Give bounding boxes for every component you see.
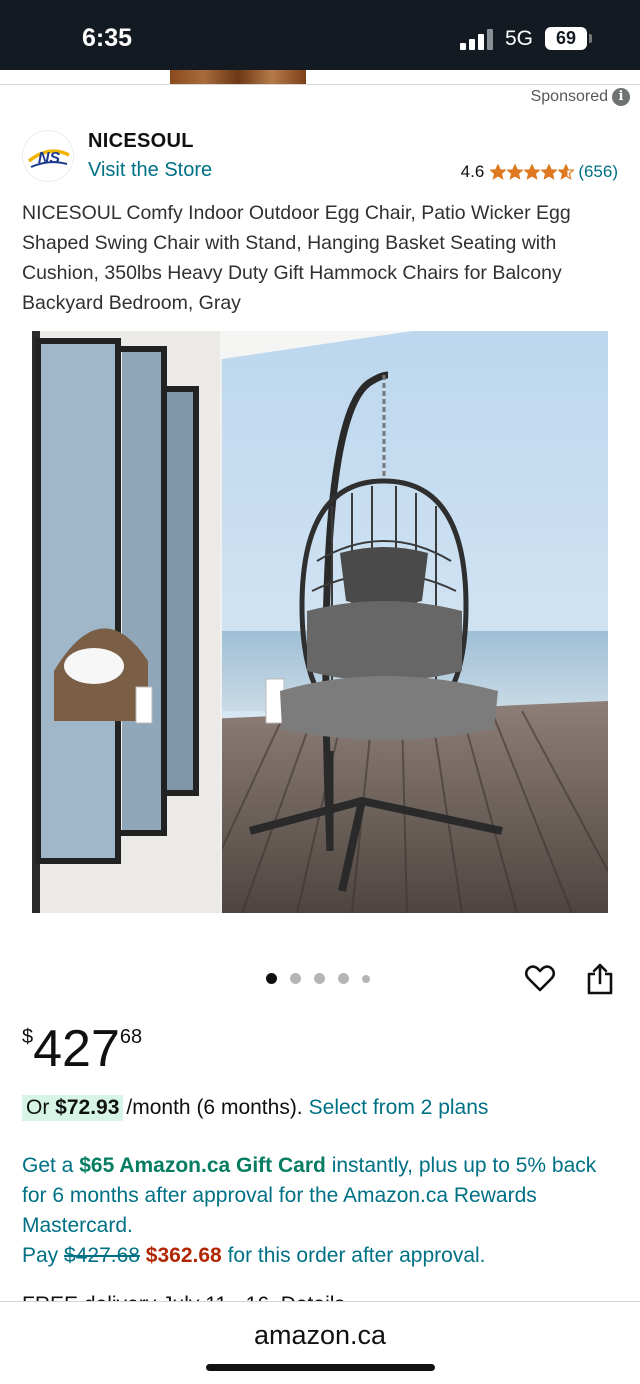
info-icon[interactable]: i <box>612 88 630 106</box>
home-indicator[interactable] <box>206 1364 435 1371</box>
star-icon <box>490 164 507 180</box>
visit-store-link[interactable]: Visit the Store <box>88 159 212 182</box>
brand-logo[interactable]: NS <box>22 130 74 182</box>
wishlist-button[interactable] <box>524 962 556 994</box>
monthly-payment: Or $72.93 /month (6 months). Select from… <box>22 1095 488 1121</box>
share-button[interactable] <box>586 962 614 996</box>
discounted-price: $362.68 <box>145 1244 222 1267</box>
price: $ 427 68 <box>22 1020 142 1078</box>
gift-card-amount: $65 Amazon.ca Gift Card <box>79 1154 326 1177</box>
signal-icon <box>460 28 494 50</box>
product-title: NICESOUL Comfy Indoor Outdoor Egg Chair,… <box>22 202 571 314</box>
battery-icon: 69 <box>545 27 587 50</box>
gift-card-offer[interactable]: Get a $65 Amazon.ca Gift Card instantly,… <box>22 1151 622 1271</box>
price-fraction: 68 <box>119 1026 143 1048</box>
sponsored-text: Sponsored <box>530 88 608 105</box>
review-count[interactable]: (656) <box>578 162 618 182</box>
browser-bottom-bar: amazon.ca <box>0 1301 640 1384</box>
price-whole: 427 <box>33 1020 120 1078</box>
star-icon <box>541 164 558 180</box>
battery-tip <box>589 34 592 43</box>
offer-suffix: for this order after approval. <box>227 1244 486 1267</box>
previous-listing-image[interactable] <box>170 70 306 84</box>
status-time: 6:35 <box>82 24 133 52</box>
brand-name[interactable]: NICESOUL <box>88 130 194 153</box>
delivery-info-partial: FREE delivery July 11 - 16. Details <box>22 1288 622 1302</box>
monthly-term: /month (6 months). <box>126 1096 303 1119</box>
star-icon <box>507 164 524 180</box>
offer-pay: Pay <box>22 1244 59 1267</box>
image-carousel-dots[interactable] <box>266 973 370 984</box>
original-price: $427.68 <box>64 1244 140 1267</box>
heart-icon <box>524 965 556 992</box>
carousel-dot[interactable] <box>290 973 301 984</box>
previous-listing-image-strip[interactable] <box>0 70 640 85</box>
network-type: 5G <box>505 27 534 50</box>
monthly-badge: Or $72.93 <box>22 1095 124 1121</box>
carousel-dot[interactable] <box>362 974 370 983</box>
carousel-dot[interactable] <box>314 973 325 984</box>
select-plans-link[interactable]: Select from 2 plans <box>309 1096 489 1120</box>
carousel-dot[interactable] <box>338 973 349 984</box>
share-icon <box>587 963 613 995</box>
star-icon <box>558 164 575 180</box>
offer-get-a: Get a <box>22 1154 74 1177</box>
url-bar[interactable]: amazon.ca <box>0 1320 640 1351</box>
rating-value: 4.6 <box>460 162 485 181</box>
carousel-dot[interactable] <box>266 973 277 984</box>
star-rating <box>490 164 575 180</box>
product-image[interactable] <box>32 331 608 913</box>
rating[interactable]: 4.6 (656) <box>461 162 618 182</box>
star-icon <box>524 164 541 180</box>
price-symbol: $ <box>22 1026 34 1048</box>
sponsored-label[interactable]: Sponsored i <box>531 88 630 106</box>
status-bar: 6:35 5G 69 <box>0 0 640 70</box>
